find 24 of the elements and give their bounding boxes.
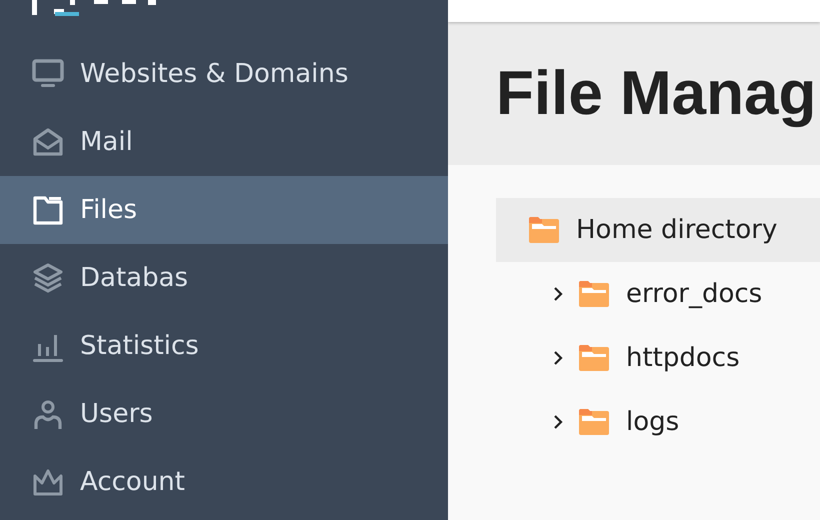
folder-icon [528, 215, 560, 245]
sidebar-item[interactable]: Statistics [0, 312, 448, 380]
chevron-icon[interactable] [552, 286, 564, 302]
page-title: File Manag [496, 58, 816, 129]
sidebar-item[interactable]: Websites & Domains [0, 40, 448, 108]
envelope-icon [32, 126, 64, 158]
tree-item[interactable]: logs [496, 390, 820, 454]
folder-icon [32, 194, 64, 226]
chevron-icon[interactable] [552, 414, 564, 430]
sidebar-item[interactable]: Account [0, 448, 448, 516]
tree-item[interactable]: error_docs [496, 262, 820, 326]
folder-icon [578, 407, 610, 437]
tree-item[interactable]: Home directory [496, 198, 820, 262]
sidebar-item[interactable]: Mail [0, 108, 448, 176]
folder-icon [578, 343, 610, 373]
sidebar-item[interactable]: Files [0, 176, 448, 244]
tree-item[interactable]: httpdocs [496, 326, 820, 390]
folder-icon [578, 279, 610, 309]
layers-icon [32, 262, 64, 294]
user-icon [32, 398, 64, 430]
sidebar-item[interactable]: Users [0, 380, 448, 448]
monitor-icon [32, 58, 64, 90]
sidebar-item[interactable]: Databas [0, 244, 448, 312]
chevron-icon[interactable] [552, 350, 564, 366]
